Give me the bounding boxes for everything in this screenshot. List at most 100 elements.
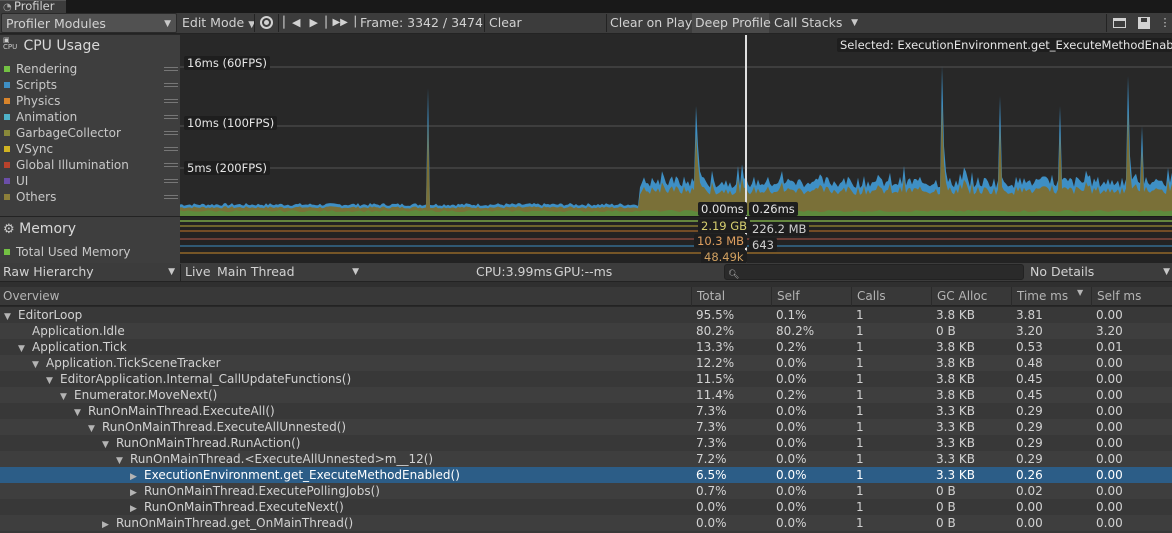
profiler-tab[interactable]: ◔ Profiler bbox=[0, 0, 66, 13]
table-row[interactable]: ▼ EditorLoop 95.5% 0.1% 1 3.8 KB 3.81 0.00 bbox=[0, 307, 1172, 323]
legend-item-ui[interactable]: UI bbox=[4, 174, 178, 188]
table-row[interactable]: ▶ ExecutionEnvironment.get_ExecuteMethodE… bbox=[0, 467, 1172, 483]
memory-cursor-value-3: 643 bbox=[749, 238, 777, 252]
drag-handle-icon[interactable] bbox=[164, 67, 178, 71]
legend-item-total-used-memory[interactable]: Total Used Memory bbox=[4, 245, 131, 259]
legend-item-physics[interactable]: Physics bbox=[4, 94, 178, 108]
record-button[interactable] bbox=[256, 13, 276, 33]
table-row[interactable]: ▼ RunOnMainThread.<ExecuteAllUnnested>m__… bbox=[0, 451, 1172, 467]
memory-module-header[interactable]: ⚙ Memory bbox=[3, 221, 76, 237]
column-header-total[interactable]: Total bbox=[691, 287, 771, 306]
deep-profile-button[interactable]: Deep Profile bbox=[692, 13, 771, 33]
step-forward-button[interactable]: ▶▕ bbox=[308, 13, 328, 33]
row-name-cell: ▼ RunOnMainThread.ExecuteAll() bbox=[74, 403, 275, 419]
table-row[interactable]: Application.Idle 80.2% 80.2% 1 0 B 3.20 3.20 bbox=[0, 323, 1172, 339]
row-name: RunOnMainThread.RunAction() bbox=[116, 436, 301, 450]
drag-handle-icon[interactable] bbox=[164, 179, 178, 183]
column-header-calls[interactable]: Calls bbox=[851, 287, 931, 306]
column-header-gc-alloc[interactable]: GC Alloc bbox=[931, 287, 1011, 306]
row-time-cell: 3.81 bbox=[1016, 308, 1043, 322]
table-row[interactable]: ▼ EditorApplication.Internal_CallUpdateFu… bbox=[0, 371, 1172, 387]
details-dropdown[interactable]: No Details ▼ bbox=[1030, 263, 1171, 281]
table-row[interactable]: ▶ RunOnMainThread.get_OnMainThread() 0.0% 0… bbox=[0, 515, 1172, 531]
view-type-dropdown[interactable]: Raw Hierarchy ▼ bbox=[3, 263, 177, 281]
memory-chart[interactable]: 2.19 GB 226.2 MB 10.3 MB 643 48.49k bbox=[180, 217, 1172, 264]
legend-item-garbagecollector[interactable]: GarbageCollector bbox=[4, 126, 178, 140]
drag-handle-icon[interactable] bbox=[164, 147, 178, 151]
table-row[interactable]: ▼ RunOnMainThread.RunAction() 7.3% 0.0% 1 3.3… bbox=[0, 435, 1172, 451]
row-self-cell: 0.0% bbox=[776, 404, 807, 418]
row-selfms-cell: 0.00 bbox=[1096, 516, 1123, 530]
drag-handle-icon[interactable] bbox=[164, 195, 178, 199]
load-button[interactable] bbox=[1110, 13, 1128, 33]
save-button[interactable] bbox=[1135, 13, 1153, 33]
row-name-cell: ▶ RunOnMainThread.get_OnMainThread() bbox=[102, 515, 353, 531]
chevron-down-icon: ▼ bbox=[164, 19, 171, 29]
table-row[interactable]: ▼ RunOnMainThread.ExecuteAll() 7.3% 0.0% 1 3.… bbox=[0, 403, 1172, 419]
legend-item-vsync[interactable]: VSync bbox=[4, 142, 178, 156]
window-tab-strip: ◔ Profiler bbox=[0, 0, 1172, 13]
menu-button[interactable]: ⋮ bbox=[1159, 13, 1171, 33]
cpu-usage-module-header[interactable]: ▣ CPU CPU Usage bbox=[3, 37, 100, 55]
legend-swatch bbox=[4, 194, 10, 200]
row-gc-cell: 0 B bbox=[936, 324, 956, 338]
row-name: Application.Idle bbox=[32, 324, 125, 338]
clear-on-play-button[interactable]: Clear on Play bbox=[610, 13, 692, 33]
legend-item-scripts[interactable]: Scripts bbox=[4, 78, 178, 92]
table-row[interactable]: ▼ Enumerator.MoveNext() 11.4% 0.2% 1 3.8 KB 0.… bbox=[0, 387, 1172, 403]
row-time-cell: 0.29 bbox=[1016, 452, 1043, 466]
legend-item-global-illumination[interactable]: Global Illumination bbox=[4, 158, 178, 172]
row-name-cell: ▼ EditorLoop bbox=[4, 307, 82, 323]
row-gc-cell: 3.3 KB bbox=[936, 436, 975, 450]
expand-arrow-closed-icon[interactable]: ▶ bbox=[102, 517, 116, 533]
cursor-value-0: 0.00ms bbox=[698, 202, 747, 216]
legend-item-others[interactable]: Others bbox=[4, 190, 178, 204]
row-self-cell: 0.0% bbox=[776, 452, 807, 466]
table-row[interactable]: ▼ Application.TickSceneTracker 12.2% 0.0% 1 3… bbox=[0, 355, 1172, 371]
legend-swatch bbox=[4, 82, 10, 88]
row-self-cell: 0.0% bbox=[776, 372, 807, 386]
profiler-modules-dropdown[interactable]: Profiler Modules ▼ bbox=[1, 13, 177, 33]
legend-item-rendering[interactable]: Rendering bbox=[4, 62, 178, 76]
cpu-usage-title: CPU Usage bbox=[23, 38, 100, 54]
row-self-cell: 0.2% bbox=[776, 340, 807, 354]
row-time-cell: 0.48 bbox=[1016, 356, 1043, 370]
drag-handle-icon[interactable] bbox=[164, 131, 178, 135]
row-name: RunOnMainThread.ExecuteAll() bbox=[88, 404, 275, 418]
column-header-overview[interactable]: Overview bbox=[0, 287, 691, 306]
column-header-self[interactable]: Self bbox=[771, 287, 851, 306]
row-total-cell: 0.0% bbox=[696, 500, 727, 514]
series-others bbox=[180, 103, 1172, 216]
column-header-self-ms[interactable]: Self ms bbox=[1091, 287, 1172, 306]
drag-handle-icon[interactable] bbox=[164, 163, 178, 167]
row-total-cell: 7.3% bbox=[696, 420, 727, 434]
legend-label: Total Used Memory bbox=[16, 245, 131, 259]
jump-to-end-button[interactable]: ▶▶▕ bbox=[332, 13, 356, 33]
row-gc-cell: 3.3 KB bbox=[936, 468, 975, 482]
row-calls-cell: 1 bbox=[856, 484, 864, 498]
ref-label-200fps: 5ms (200FPS) bbox=[184, 161, 270, 175]
legend-item-animation[interactable]: Animation bbox=[4, 110, 178, 124]
thread-dropdown[interactable]: Main Thread ▼ bbox=[217, 263, 361, 281]
jump-to-end-icon: ▶▶▕ bbox=[332, 17, 356, 28]
column-header-time-ms[interactable]: Time ms ▼ bbox=[1011, 287, 1091, 306]
call-stacks-dropdown[interactable]: Call Stacks ▼ bbox=[774, 13, 860, 33]
edit-mode-dropdown[interactable]: Edit Mode ▼ bbox=[182, 13, 255, 33]
table-row[interactable]: ▼ Application.Tick 13.3% 0.2% 1 3.8 KB 0.53 0.0… bbox=[0, 339, 1172, 355]
drag-handle-icon[interactable] bbox=[164, 115, 178, 119]
thread-label: Main Thread bbox=[217, 264, 295, 279]
clear-button[interactable]: Clear bbox=[489, 13, 525, 33]
cpu-usage-chart[interactable]: 16ms (60FPS) 10ms (100FPS) 5ms (200FPS) … bbox=[180, 35, 1172, 216]
row-self-cell: 0.0% bbox=[776, 516, 807, 530]
table-row[interactable]: ▶ RunOnMainThread.ExecutePollingJobs() 0.7… bbox=[0, 483, 1172, 499]
legend-swatch bbox=[4, 66, 10, 72]
table-row[interactable]: ▼ RunOnMainThread.ExecuteAllUnnested() 7.3… bbox=[0, 419, 1172, 435]
drag-handle-icon[interactable] bbox=[164, 83, 178, 87]
selected-sample-label: Selected: ExecutionEnvironment.get_Execu… bbox=[837, 38, 1172, 52]
step-back-button[interactable]: ▏◀ bbox=[282, 13, 302, 33]
table-row[interactable]: ▶ RunOnMainThread.ExecuteNext() 0.0% 0.0% 1 0… bbox=[0, 499, 1172, 515]
live-toggle[interactable]: Live bbox=[185, 263, 213, 281]
row-gc-cell: 3.3 KB bbox=[936, 420, 975, 434]
search-field[interactable]: 🔍︎ bbox=[724, 264, 1024, 280]
drag-handle-icon[interactable] bbox=[164, 99, 178, 103]
